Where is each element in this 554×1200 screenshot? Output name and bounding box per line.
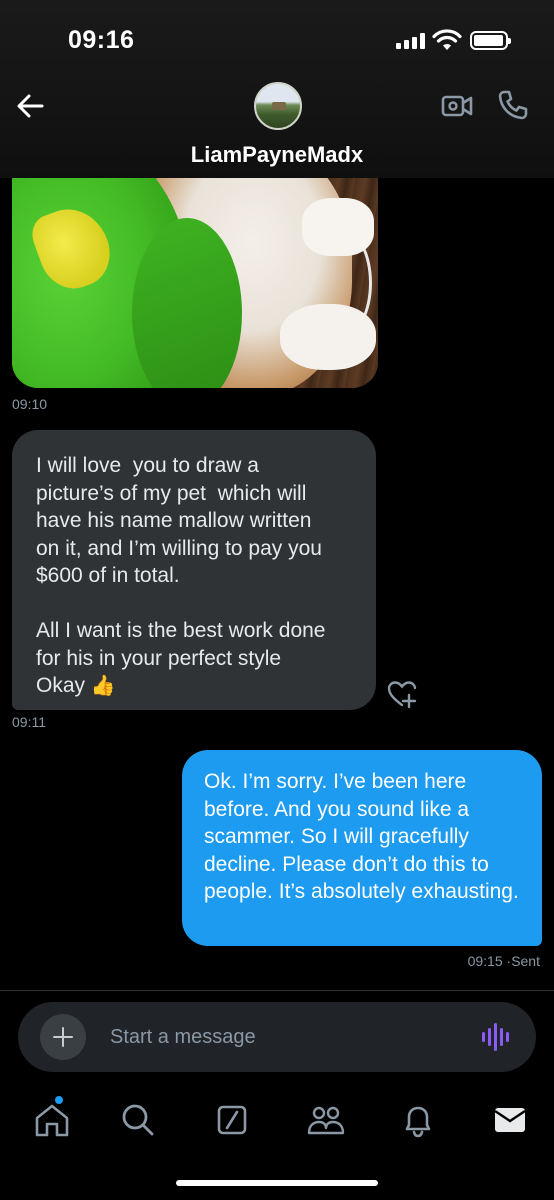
home-indicator	[176, 1180, 378, 1186]
status-bar: 09:16	[0, 0, 554, 80]
messages-icon[interactable]	[488, 1098, 532, 1142]
back-arrow-icon[interactable]	[12, 88, 48, 124]
phone-icon[interactable]	[496, 88, 530, 122]
outgoing-message-bubble[interactable]: Ok. I’m sorry. I’ve been here before. An…	[182, 750, 542, 946]
message-status: 09:15 ·Sent	[467, 953, 540, 969]
video-call-icon[interactable]	[440, 90, 474, 122]
incoming-message-text: I will love you to draw a picture’s of m…	[36, 452, 352, 701]
grok-icon[interactable]	[210, 1098, 254, 1142]
message-composer	[18, 1002, 536, 1072]
message-timestamp: 09:10	[12, 396, 48, 412]
sent-status: Sent	[511, 953, 540, 969]
message-timestamp: 09:11	[12, 714, 46, 730]
voice-message-icon[interactable]	[482, 1022, 512, 1052]
add-reaction-heart-icon[interactable]	[386, 678, 418, 710]
notifications-icon[interactable]	[396, 1098, 440, 1142]
home-icon[interactable]	[30, 1098, 74, 1142]
contact-name[interactable]: LiamPayneMadx	[0, 142, 554, 168]
battery-icon	[470, 31, 511, 50]
message-timestamp: 09:15	[467, 953, 503, 969]
image-message[interactable]	[12, 178, 378, 388]
message-input[interactable]	[110, 1020, 450, 1054]
signal-icon	[396, 33, 426, 49]
search-icon[interactable]	[116, 1098, 160, 1142]
thumbs-up-icon: 👍	[90, 675, 116, 697]
divider	[0, 990, 554, 991]
contact-avatar[interactable]	[254, 82, 302, 130]
communities-icon[interactable]	[304, 1098, 348, 1142]
home-notification-dot	[55, 1096, 63, 1104]
wifi-icon	[432, 29, 462, 50]
add-attachment-button[interactable]	[40, 1014, 86, 1060]
outgoing-message-text: Ok. I’m sorry. I’ve been here before. An…	[204, 770, 519, 903]
status-time: 09:16	[68, 26, 135, 54]
incoming-message-bubble[interactable]: I will love you to draw a picture’s of m…	[12, 430, 376, 710]
